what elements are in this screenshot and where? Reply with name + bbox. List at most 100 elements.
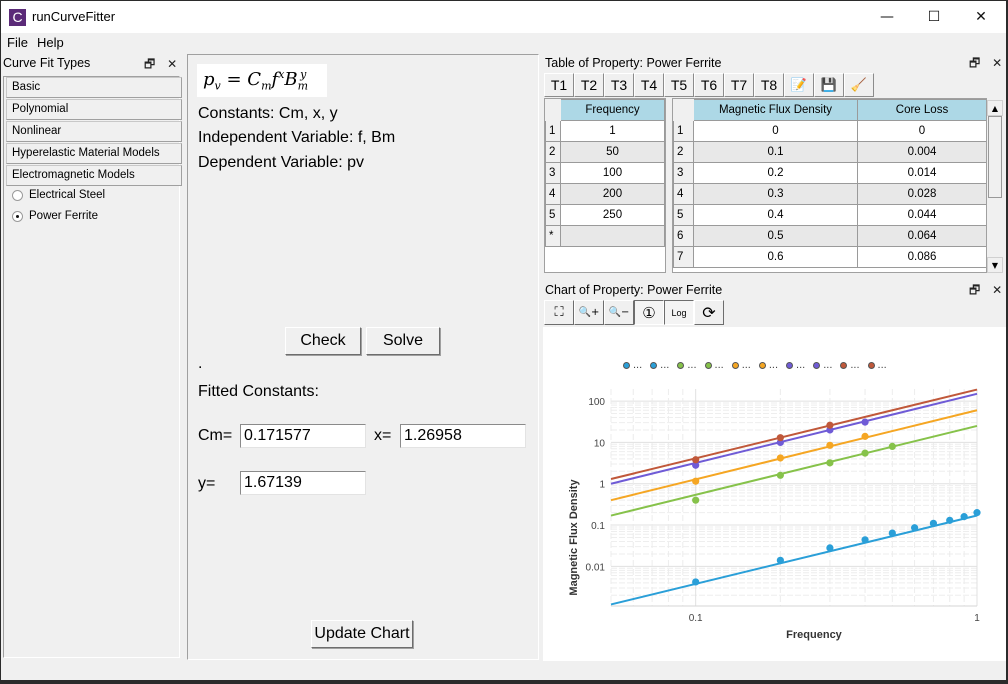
solve-button[interactable]: Solve [366,327,440,355]
close-panel-icon[interactable]: ✕ [167,57,177,71]
frequency-cell[interactable]: 100 [560,162,665,184]
row-header[interactable]: 1 [545,120,561,142]
category-electromagnetic[interactable]: Electromagnetic Models [6,165,182,186]
float-panel-icon[interactable]: 🗗 [969,56,980,70]
scroll-up-icon[interactable]: ▲ [987,100,1003,116]
category-hyperelastic[interactable]: Hyperelastic Material Models [6,143,182,164]
tab-t2[interactable]: T2 [574,73,604,97]
cm-field[interactable]: 0.171577 [240,424,366,448]
clear-icon[interactable]: 🧹 [844,73,874,97]
tab-t3[interactable]: T3 [604,73,634,97]
core-loss-cell[interactable]: 0 [857,120,986,142]
frequency-cell[interactable]: 50 [560,141,665,163]
radio-unchecked-icon[interactable] [12,189,23,201]
log-scale-toggle[interactable]: Log [664,300,694,325]
row-header[interactable]: 2 [545,141,561,163]
fit-parameters-panel: pv = CmfxBmy Constants: Cm, x, y Indepen… [187,54,539,660]
title-bar: C runCurveFitter — ☐ ✕ [1,1,1006,33]
float-panel-icon[interactable]: 🗗 [144,57,155,71]
table-row: 2 0.1 0.004 [673,141,986,163]
radio-checked-icon[interactable] [12,210,23,222]
y-field[interactable]: 1.67139 [240,471,366,495]
info-icon[interactable]: ① [634,300,664,325]
flux-density-cell[interactable]: 0.4 [693,204,858,226]
formula-lhs-sub: v [214,79,221,93]
core-loss-cell[interactable]: 0.044 [857,204,986,226]
frequency-cell[interactable] [560,225,665,247]
option-power-ferrite[interactable]: Power Ferrite [12,210,98,222]
data-point [692,477,700,485]
row-header[interactable]: 4 [673,183,694,205]
tab-t8[interactable]: T8 [754,73,784,97]
category-basic[interactable]: Basic [6,77,182,98]
scroll-thumb[interactable] [988,116,1002,198]
flux-density-cell[interactable]: 0 [693,120,858,142]
flux-density-cell[interactable]: 0.6 [693,246,858,268]
maximize-button[interactable]: ☐ [911,1,957,33]
row-header[interactable]: 6 [673,225,694,247]
flux-density-cell[interactable]: 0.3 [693,183,858,205]
tab-t7[interactable]: T7 [724,73,754,97]
tab-t5[interactable]: T5 [664,73,694,97]
save-icon[interactable]: 💾 [814,73,844,97]
tab-t1[interactable]: T1 [544,73,574,97]
refresh-icon[interactable]: ⟳ [694,300,724,325]
core-loss-cell[interactable]: 0.004 [857,141,986,163]
close-button[interactable]: ✕ [958,1,1004,33]
scroll-down-icon[interactable]: ▼ [987,257,1003,273]
zoom-in-icon[interactable]: 🔍+ [574,300,604,325]
frequency-cell[interactable]: 200 [560,183,665,205]
close-panel-icon[interactable]: ✕ [992,56,1002,70]
data-point [910,524,919,532]
frequency-cell[interactable]: 250 [560,204,665,226]
table-tab-bar: T1 T2 T3 T4 T5 T6 T7 T8 📝 💾 🧹 [544,73,874,97]
fit-view-icon[interactable]: ⛶ [544,300,574,325]
row-header[interactable]: 4 [545,183,561,205]
row-header[interactable]: * [545,225,561,247]
flux-density-cell[interactable]: 0.2 [693,162,858,184]
update-chart-button[interactable]: Update Chart [311,620,413,648]
data-point [776,556,784,564]
float-panel-icon[interactable]: 🗗 [969,283,980,297]
table-row: 6 0.5 0.064 [673,225,986,247]
flux-density-cell[interactable]: 0.1 [693,141,858,163]
check-button[interactable]: Check [285,327,361,355]
x-axis-label: Frequency [786,629,843,641]
row-header[interactable]: 5 [673,204,694,226]
close-panel-icon[interactable]: ✕ [992,283,1002,297]
core-loss-cell[interactable]: 0.028 [857,183,986,205]
y-tick-label: 1 [599,480,605,491]
row-header[interactable]: 5 [545,204,561,226]
y-tick-label: 0.01 [586,562,606,573]
core-loss-cell[interactable]: 0.086 [857,246,986,268]
row-header[interactable]: 7 [673,246,694,268]
tab-t4[interactable]: T4 [634,73,664,97]
tab-t6[interactable]: T6 [694,73,724,97]
menu-help[interactable]: Help [37,35,64,50]
category-nonlinear[interactable]: Nonlinear [6,121,182,142]
core-loss-cell[interactable]: 0.064 [857,225,986,247]
data-point [861,418,869,426]
table-row: 3 100 [545,162,665,184]
frequency-cell[interactable]: 1 [560,120,665,142]
row-header[interactable]: 1 [673,120,694,142]
table-scrollbar[interactable]: ▲ ▼ [987,100,1003,273]
row-header[interactable]: 3 [545,162,561,184]
x-label: x= [374,427,392,444]
option-electrical-steel[interactable]: Electrical Steel [12,189,105,201]
minimize-button[interactable]: — [864,1,910,33]
category-polynomial[interactable]: Polynomial [6,99,182,120]
menu-file[interactable]: File [7,35,28,50]
x-field[interactable]: 1.26958 [400,424,526,448]
formula-display: pv = CmfxBmy [197,64,327,97]
option-label: Power Ferrite [29,210,99,222]
zoom-out-icon[interactable]: 🔍− [604,300,634,325]
edit-icon[interactable]: 📝 [784,73,814,97]
flux-density-cell[interactable]: 0.5 [693,225,858,247]
row-header[interactable]: 3 [673,162,694,184]
row-header[interactable]: 2 [673,141,694,163]
formula-b-sub: m [297,79,309,93]
fit-line [610,388,978,480]
core-loss-cell[interactable]: 0.014 [857,162,986,184]
frequency-header: Frequency [560,99,665,121]
